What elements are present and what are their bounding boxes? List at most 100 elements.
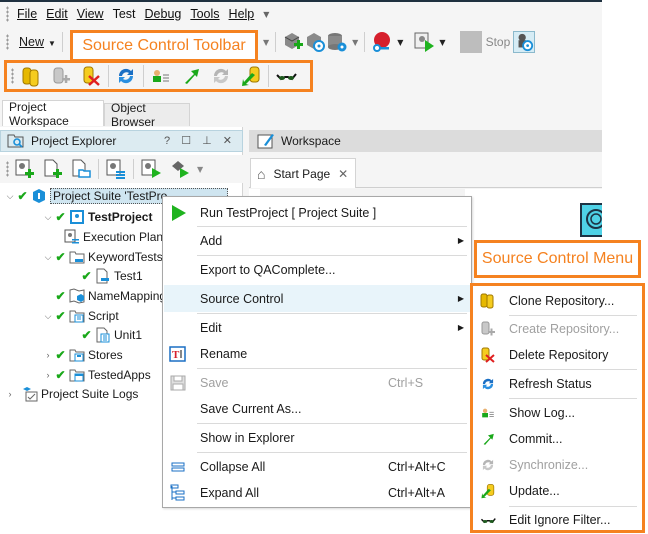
tree-node-project-suite-logs[interactable]: › Project Suite Logs — [4, 385, 138, 403]
record-key-icon[interactable] — [371, 31, 393, 53]
tree-node-script[interactable]: ⌵ ✔ Script — [42, 307, 119, 325]
stop-button-label[interactable]: Stop — [486, 35, 511, 49]
chevron-down-icon[interactable]: ▼ — [352, 38, 358, 47]
menu-item-export-to-qacomplete[interactable]: Export to QAComplete... — [164, 256, 470, 283]
menu-item-label: Show in Explorer — [200, 430, 295, 445]
run-item-icon[interactable] — [140, 158, 162, 180]
add-new-item-icon[interactable] — [42, 158, 64, 180]
menubar-overflow-icon[interactable]: ▼ — [263, 10, 269, 19]
menu-item-clone-repository[interactable]: Clone Repository... — [473, 289, 642, 313]
tree-node-testproject[interactable]: ⌵ ✔ TestProject — [42, 208, 152, 226]
tab-start-page[interactable]: ⌂ Start Page ✕ — [250, 158, 356, 188]
menu-item-update[interactable]: Update... — [473, 479, 642, 503]
tree-node-unit1[interactable]: ✔ Unit1 — [80, 326, 142, 344]
menu-tools[interactable]: Tools — [190, 7, 219, 21]
tree-node-keywordtests[interactable]: ⌵ ✔ KeywordTests — [42, 248, 163, 266]
refresh-status-icon[interactable] — [115, 65, 137, 87]
new-button[interactable]: New ▼ — [19, 35, 56, 49]
stop-icon[interactable] — [459, 31, 482, 53]
menu-item-edit[interactable]: Edit ▶ — [164, 314, 470, 341]
menu-item-save[interactable]: Save Ctrl+S — [164, 369, 470, 396]
tree-node-namemapping[interactable]: ✔ NameMapping — [54, 287, 166, 305]
menu-separator — [509, 398, 637, 399]
menu-item-synchronize[interactable]: Synchronize... — [473, 453, 642, 477]
collapse-arrow-icon[interactable]: ⌵ — [42, 252, 54, 263]
database-settings-icon[interactable] — [326, 31, 348, 53]
menu-item-expand-all[interactable]: Expand All Ctrl+Alt+A — [164, 479, 470, 506]
refresh-status-icon — [480, 376, 496, 392]
add-project-icon[interactable] — [304, 31, 326, 53]
update-icon — [480, 483, 496, 499]
menu-item-commit[interactable]: Commit... — [473, 427, 642, 451]
menu-edit[interactable]: Edit — [46, 7, 68, 21]
edit-ignore-filter-icon[interactable] — [275, 65, 297, 87]
collapse-arrow-icon[interactable]: ⌵ — [42, 212, 54, 223]
menu-item-shortcut: Ctrl+Alt+C — [388, 459, 446, 474]
create-repository-icon[interactable] — [50, 65, 72, 87]
chevron-down-icon[interactable]: ▼ — [439, 38, 445, 47]
show-log-icon[interactable] — [150, 65, 172, 87]
menu-item-collapse-all[interactable]: Collapse All Ctrl+Alt+C — [164, 453, 470, 480]
run-test-icon[interactable] — [413, 31, 435, 53]
expand-arrow-icon[interactable]: › — [42, 350, 54, 360]
expand-arrow-icon[interactable]: › — [42, 370, 54, 380]
chevron-down-icon[interactable]: ▼ — [263, 38, 269, 47]
clone-repository-icon[interactable] — [20, 65, 42, 87]
menubar-grip[interactable] — [6, 6, 9, 22]
add-existing-item-icon[interactable] — [70, 158, 92, 180]
menu-item-shortcut: Ctrl+S — [388, 375, 424, 390]
tab-start-page-label: Start Page — [273, 166, 331, 181]
tab-object-browser[interactable]: Object Browser — [104, 101, 190, 129]
new-project-suite-icon[interactable] — [282, 31, 304, 53]
menu-item-show-log[interactable]: Show Log... — [473, 401, 642, 425]
menu-view[interactable]: View — [77, 7, 104, 21]
synchronize-icon[interactable] — [210, 65, 232, 87]
clone-repository-icon — [480, 293, 496, 309]
menu-item-add[interactable]: Add ▶ — [164, 227, 470, 254]
tree-node-testedapps[interactable]: › ✔ TestedApps — [42, 366, 151, 384]
chevron-down-icon[interactable]: ▼ — [197, 165, 203, 174]
menu-item-refresh-status[interactable]: Refresh Status — [473, 372, 642, 396]
menu-item-rename[interactable]: T Rename — [164, 340, 470, 367]
menu-item-label: Collapse All — [200, 459, 266, 474]
menu-test[interactable]: Test — [113, 7, 136, 21]
new-item-icon[interactable] — [14, 158, 36, 180]
close-icon[interactable]: ✕ — [338, 167, 348, 181]
menu-item-label: Show Log... — [509, 406, 576, 420]
run-project-suite-icon[interactable] — [168, 158, 190, 180]
menu-view-label: View — [76, 7, 104, 21]
chevron-down-icon[interactable]: ▼ — [397, 38, 403, 47]
menu-file[interactable]: File — [17, 7, 37, 21]
tree-node-execution-plan[interactable]: Execution Plan — [62, 228, 163, 246]
collapse-arrow-icon[interactable]: ⌵ — [4, 191, 16, 202]
menu-help[interactable]: Help — [229, 7, 255, 21]
menu-item-delete-repository[interactable]: Delete Repository — [473, 343, 642, 367]
checkmark-icon: ✔ — [81, 328, 92, 342]
menu-item-show-in-explorer[interactable]: Show in Explorer — [164, 424, 470, 451]
menu-item-run-testproject[interactable]: Run TestProject [ Project Suite ] — [164, 199, 470, 226]
commit-icon[interactable] — [180, 65, 202, 87]
menu-item-create-repository[interactable]: Create Repository... — [473, 317, 642, 341]
delete-repository-icon[interactable] — [80, 65, 102, 87]
menu-debug[interactable]: Debug — [145, 7, 182, 21]
execution-plan-toolbar-icon[interactable] — [105, 158, 127, 180]
toolbar-grip[interactable] — [6, 34, 9, 50]
menu-item-source-control[interactable]: Source Control ▶ — [164, 285, 470, 312]
submenu-arrow-icon: ▶ — [457, 323, 464, 332]
toolbar-grip[interactable] — [11, 68, 14, 84]
tree-node-stores[interactable]: › ✔ Stores — [42, 346, 123, 364]
collapse-arrow-icon[interactable]: ⌵ — [42, 311, 54, 322]
tree-node-test1[interactable]: ✔ Test1 — [80, 267, 143, 285]
update-icon[interactable] — [240, 65, 262, 87]
menu-item-save-current-as[interactable]: Save Current As... — [164, 395, 470, 422]
expand-arrow-icon[interactable]: › — [4, 389, 16, 399]
debug-target-icon[interactable] — [513, 31, 536, 53]
checkmark-icon: ✔ — [55, 250, 66, 264]
tab-project-workspace[interactable]: Project Workspace — [2, 100, 104, 128]
toolbar-grip[interactable] — [6, 161, 9, 177]
project-icon — [69, 209, 85, 225]
panel-controls[interactable]: ? ☐ ⊥ ✕ — [164, 134, 236, 147]
tested-apps-icon — [69, 367, 85, 383]
menu-item-edit-ignore-filter[interactable]: Edit Ignore Filter... — [473, 508, 642, 532]
tree-node-label: Unit1 — [114, 328, 143, 342]
